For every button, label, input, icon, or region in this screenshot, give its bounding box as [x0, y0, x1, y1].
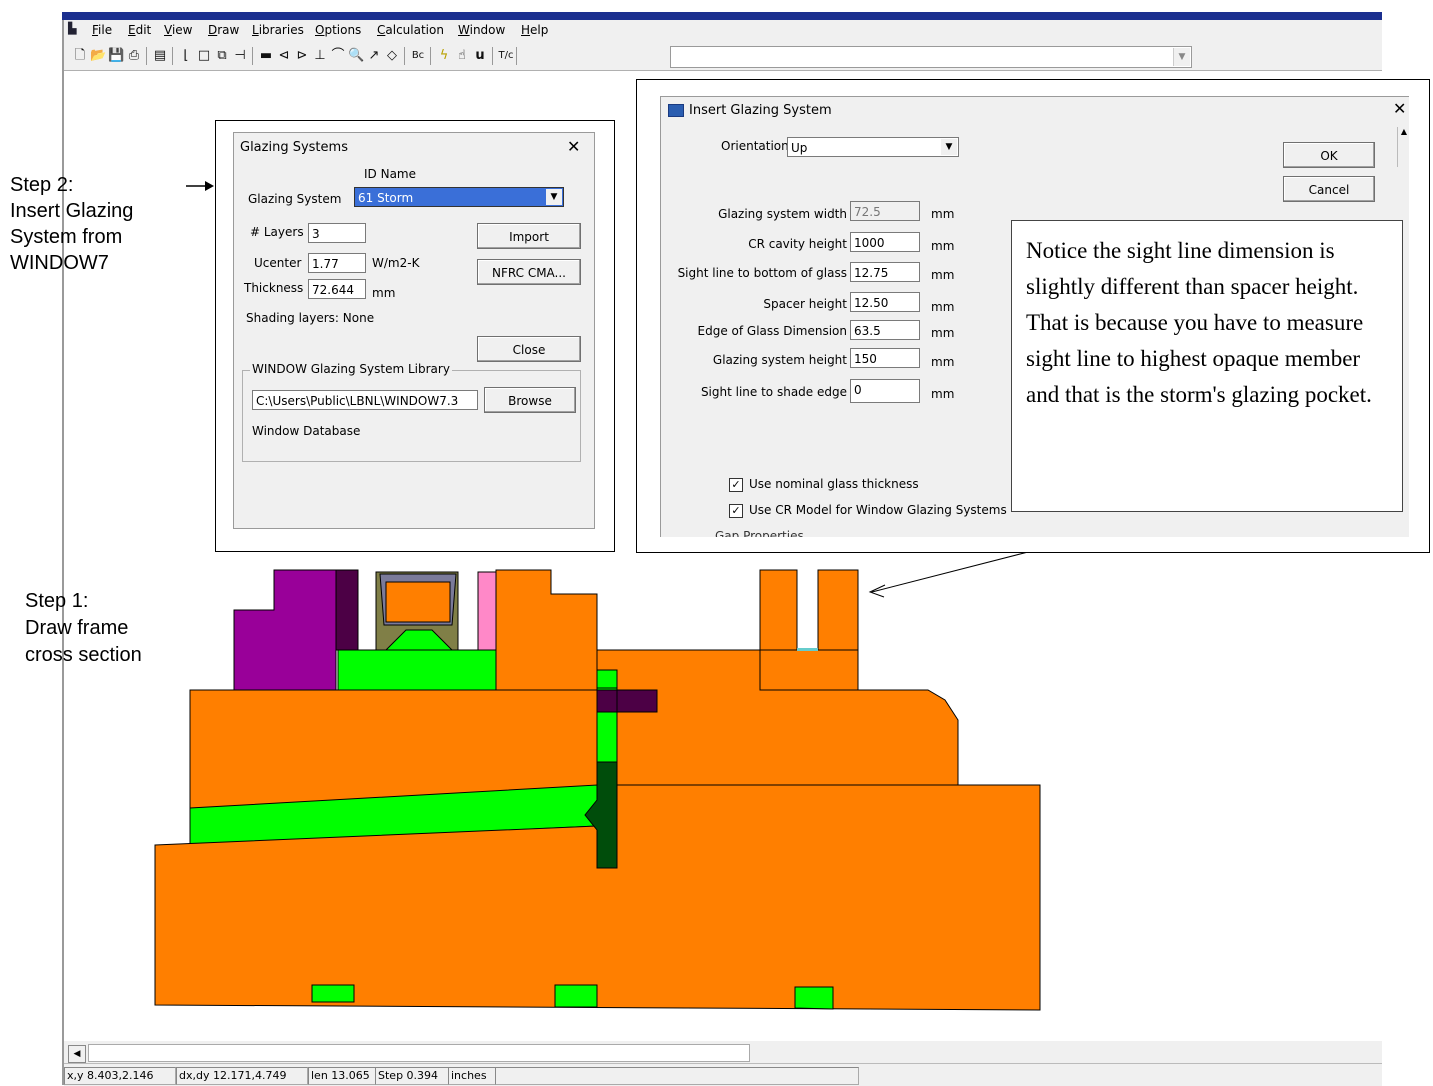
- step1-annotation: Step 1: Draw frame cross section: [25, 590, 142, 666]
- scroll-left-icon[interactable]: ◀: [68, 1045, 86, 1063]
- vinyl-frame-part: [233, 569, 337, 691]
- status-step: Step 0.394: [375, 1067, 449, 1085]
- note-callout: Notice the sight line dimension is sligh…: [1011, 220, 1403, 512]
- ucenter-label: Ucenter: [254, 256, 302, 270]
- close-icon[interactable]: ✕: [567, 137, 580, 156]
- glazing-height-field[interactable]: 150: [850, 348, 920, 368]
- unit-label: mm: [931, 239, 955, 253]
- glazing-system-label: Glazing System: [248, 192, 342, 206]
- layers-label: # Layers: [250, 225, 304, 239]
- shade-edge-field[interactable]: 0: [850, 379, 920, 403]
- library-group-label: WINDOW Glazing System Library: [250, 362, 452, 376]
- glazing-systems-dialog: Glazing Systems ✕ ID Name Glazing System…: [233, 132, 595, 529]
- small-green-cap: [596, 669, 618, 689]
- window-database-label: Window Database: [252, 424, 361, 438]
- glazing-width-field: 72.5: [850, 201, 920, 221]
- pink-seal: [477, 571, 497, 653]
- dialog-title: Insert Glazing System: [689, 103, 832, 118]
- field-label: CR cavity height: [748, 237, 847, 251]
- browse-button[interactable]: Browse: [484, 387, 576, 413]
- horizontal-scrollbar[interactable]: ◀: [64, 1041, 1382, 1063]
- gap-properties-label: Gap Properties: [715, 529, 804, 537]
- chevron-down-icon[interactable]: ▼: [941, 139, 957, 155]
- spacer-height-field[interactable]: 12.50: [850, 292, 920, 312]
- status-xy: x,y 8.403,2.146: [64, 1067, 176, 1085]
- sight-line-field[interactable]: 12.75: [850, 262, 920, 282]
- field-label: Glazing system height: [712, 353, 847, 367]
- glazing-system-select[interactable]: 61 Storm ▼: [354, 187, 564, 207]
- glazing-stop: [335, 569, 359, 651]
- nominal-glass-checkbox[interactable]: ✓: [729, 478, 743, 492]
- shading-layers-label: Shading layers: None: [246, 311, 375, 325]
- chevron-down-icon[interactable]: ▼: [546, 189, 562, 205]
- status-units: inches: [448, 1067, 496, 1085]
- foot-left: [311, 984, 355, 1003]
- edge-of-glass-field[interactable]: 63.5: [850, 320, 920, 340]
- status-bar: x,y 8.403,2.146 dx,dy 12.171,4.749 len 1…: [64, 1063, 1382, 1086]
- status-dxdy: dx,dy 12.171,4.749: [176, 1067, 308, 1085]
- thickness-field[interactable]: 72.644: [308, 279, 366, 299]
- library-path-field[interactable]: C:\Users\Public\LBNL\WINDOW7.3: [252, 390, 478, 410]
- scroll-thumb[interactable]: [88, 1044, 750, 1062]
- storm-pocket-base: [759, 649, 859, 691]
- storm-pocket-left: [759, 569, 798, 651]
- arrow-head-icon: [205, 181, 214, 191]
- storm-pocket-right: [817, 569, 859, 651]
- status-message: [495, 1067, 859, 1085]
- step2-annotation: Step 2: Insert Glazing System from WINDO…: [10, 174, 134, 274]
- foot-right: [794, 986, 834, 1010]
- field-label: Sight line to bottom of glass: [677, 266, 847, 280]
- orientation-label: Orientation: [721, 139, 789, 153]
- top-green-insulation: [337, 649, 497, 691]
- id-name-header: ID Name: [364, 167, 416, 181]
- unit-label: mm: [931, 300, 955, 314]
- unit-label: mm: [931, 207, 955, 221]
- nominal-glass-label: Use nominal glass thickness: [749, 477, 919, 491]
- thickness-unit: mm: [372, 286, 396, 300]
- field-label: Edge of Glass Dimension: [697, 324, 847, 338]
- dialog-title: Glazing Systems: [240, 140, 348, 155]
- import-button[interactable]: Import: [477, 223, 581, 249]
- status-len: len 13.065: [308, 1067, 376, 1085]
- sash-post: [495, 569, 598, 691]
- ok-button[interactable]: OK: [1283, 142, 1375, 168]
- library-group: [242, 370, 581, 462]
- cancel-button[interactable]: Cancel: [1283, 176, 1375, 202]
- field-label: Glazing system width: [718, 207, 847, 221]
- unit-label: mm: [931, 387, 955, 401]
- field-label: Spacer height: [763, 297, 847, 311]
- layers-field[interactable]: 3: [308, 223, 366, 243]
- foot-center: [554, 984, 598, 1008]
- field-label: Sight line to shade edge: [700, 385, 847, 399]
- thickness-label: Thickness: [244, 281, 304, 295]
- unit-label: mm: [931, 326, 955, 340]
- weatherstrip: [616, 689, 658, 713]
- nfrc-cma-button[interactable]: NFRC CMA...: [477, 259, 581, 285]
- cr-model-label: Use CR Model for Window Glazing Systems: [749, 503, 1007, 517]
- ucenter-unit: W/m2-K: [372, 256, 420, 270]
- pocket-gap: [797, 648, 818, 651]
- orientation-select[interactable]: Up ▼: [787, 137, 959, 157]
- close-button[interactable]: Close: [477, 336, 581, 362]
- close-icon[interactable]: ✕: [1393, 99, 1406, 118]
- cr-model-checkbox[interactable]: ✓: [729, 504, 743, 518]
- cr-cavity-height-field[interactable]: 1000: [850, 232, 920, 252]
- vertical-scrollbar[interactable]: ▲: [1397, 127, 1409, 167]
- unit-label: mm: [931, 268, 955, 282]
- glass-edge: [385, 581, 451, 623]
- center-purple-block: [596, 689, 618, 713]
- window-icon: [668, 104, 684, 117]
- unit-label: mm: [931, 355, 955, 369]
- ucenter-field[interactable]: 1.77: [308, 253, 366, 273]
